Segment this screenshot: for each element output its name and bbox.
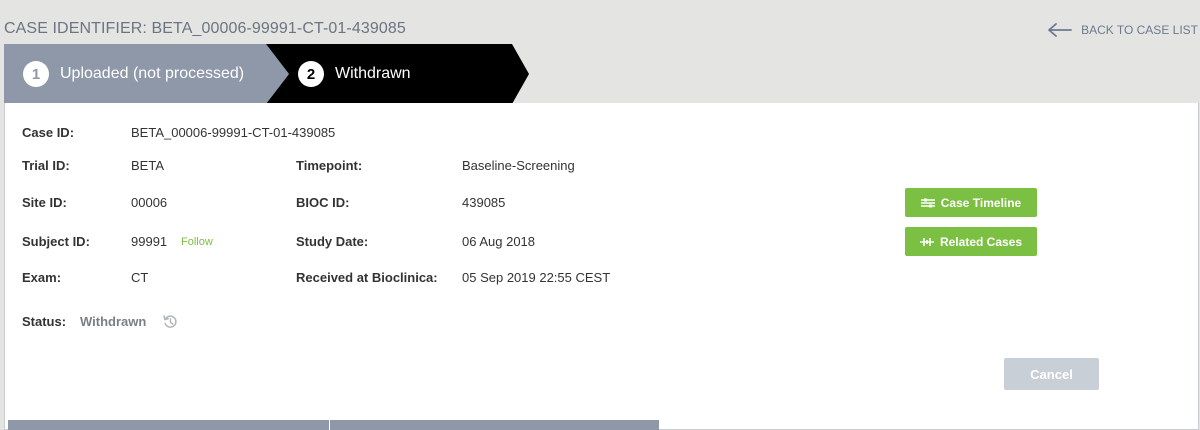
timepoint-value: Baseline-Screening xyxy=(462,158,575,173)
step-number-1: 1 xyxy=(23,61,49,87)
site-id-value: 00006 xyxy=(131,195,168,210)
exam-value: CT xyxy=(131,270,149,285)
trial-id-value: BETA xyxy=(131,158,164,173)
bottom-tab-bar xyxy=(8,420,659,430)
case-id-value: BETA_00006-99991-CT-01-439085 xyxy=(131,125,336,140)
related-cases-icon xyxy=(919,237,934,246)
step-label-uploaded: Uploaded (not processed) xyxy=(60,65,245,82)
exam-label: Exam: xyxy=(22,270,62,285)
case-timeline-label: Case Timeline xyxy=(940,195,1022,210)
back-link-label: BACK TO CASE LIST xyxy=(1081,23,1198,37)
workflow-steps: 1 Uploaded (not processed) 2 Withdrawn xyxy=(4,44,529,104)
received-label: Received at Bioclinica: xyxy=(296,270,438,285)
follow-link[interactable]: Follow xyxy=(181,236,213,248)
case-id-label: Case ID: xyxy=(22,125,75,140)
site-id-label: Site ID: xyxy=(22,195,67,210)
case-details-panel: Case ID: BETA_00006-99991-CT-01-439085 T… xyxy=(4,103,1199,430)
timeline-icon xyxy=(920,198,935,207)
study-date-label: Study Date: xyxy=(296,234,369,249)
tab-divider xyxy=(329,420,330,430)
related-cases-label: Related Cases xyxy=(939,234,1023,249)
case-identifier-title: CASE IDENTIFIER: BETA_00006-99991-CT-01-… xyxy=(4,20,406,37)
study-date-value: 06 Aug 2018 xyxy=(462,234,536,249)
received-value: 05 Sep 2019 22:55 CEST xyxy=(462,270,611,285)
related-cases-button[interactable]: Related Cases xyxy=(905,227,1037,256)
status-label: Status: xyxy=(22,314,67,329)
history-icon[interactable] xyxy=(162,314,178,330)
timepoint-label: Timepoint: xyxy=(296,158,363,173)
subject-id-label: Subject ID: xyxy=(22,234,90,249)
arrow-left-icon xyxy=(1048,23,1072,37)
status-value: Withdrawn xyxy=(80,314,147,329)
step-label-withdrawn: Withdrawn xyxy=(335,65,411,82)
cancel-button[interactable]: Cancel xyxy=(1004,358,1099,390)
subject-id-value: 99991 xyxy=(131,234,168,249)
case-timeline-button[interactable]: Case Timeline xyxy=(905,188,1037,217)
trial-id-label: Trial ID: xyxy=(22,158,70,173)
step-withdrawn[interactable]: 2 Withdrawn xyxy=(266,44,529,104)
back-to-case-list-link[interactable]: BACK TO CASE LIST xyxy=(1047,22,1198,38)
step-uploaded[interactable]: 1 Uploaded (not processed) xyxy=(4,44,289,104)
step-number-2: 2 xyxy=(298,61,324,87)
bioc-id-label: BIOC ID: xyxy=(296,195,350,210)
bioc-id-value: 439085 xyxy=(462,195,506,210)
